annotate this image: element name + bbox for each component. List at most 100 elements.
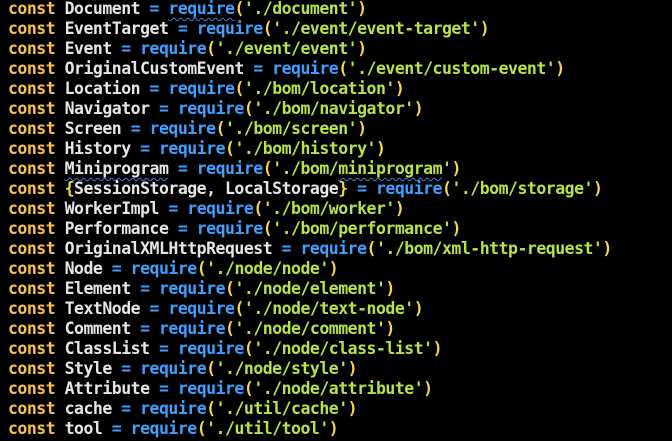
module-path: './util/tool'	[206, 419, 329, 438]
assign-operator: =	[357, 179, 367, 198]
keyword-const: const	[8, 0, 56, 18]
require-call: require	[149, 119, 217, 138]
require-call: require	[168, 299, 235, 318]
module-path: './event/custom-event'	[347, 59, 556, 78]
require-call: require	[130, 419, 198, 438]
brace-open: {	[64, 179, 75, 198]
module-path: './node/node'	[206, 259, 329, 278]
code-editor[interactable]: const Document = require('./document') co…	[0, 0, 672, 441]
keyword-const: const	[8, 99, 56, 118]
require-call: require	[196, 19, 264, 38]
code-line[interactable]: const Document = require('./document')	[8, 0, 612, 19]
require-call: require	[300, 239, 367, 258]
assign-operator: =	[253, 59, 263, 78]
variable-name: History	[64, 139, 132, 158]
assign-operator: =	[140, 139, 150, 158]
variable-name: Style	[64, 359, 113, 378]
code-block[interactable]: const Document = require('./document') co…	[8, 0, 612, 439]
module-path: './node/text-node'	[243, 299, 414, 318]
assign-operator: =	[149, 0, 160, 18]
keyword-const: const	[8, 79, 56, 98]
code-line[interactable]: const Screen = require('./bom/screen')	[8, 119, 612, 139]
assign-operator: =	[281, 239, 292, 258]
variable-name: Node	[64, 259, 103, 278]
close-paren: )	[328, 419, 339, 438]
open-paren: (	[243, 339, 254, 358]
close-paren: )	[347, 359, 358, 378]
module-path: './node/element'	[234, 279, 386, 298]
module-path: './bom/screen'	[225, 119, 358, 138]
module-path: './event/event'	[215, 39, 358, 58]
module-path: './util/cache'	[215, 399, 349, 418]
code-line[interactable]: const WorkerImpl = require('./bom/worker…	[8, 199, 612, 219]
open-paren: (	[234, 299, 244, 318]
keyword-const: const	[8, 59, 56, 78]
assign-operator: =	[121, 399, 131, 418]
keyword-const: const	[8, 139, 56, 158]
require-call: require	[196, 159, 264, 178]
assign-operator: =	[168, 199, 178, 218]
keyword-const: const	[8, 399, 56, 418]
code-line[interactable]: const OriginalCustomEvent = require('./e…	[8, 59, 612, 79]
code-line[interactable]: const Location = require('./bom/location…	[8, 79, 612, 99]
open-paren: (	[234, 79, 244, 98]
code-line[interactable]: const Comment = require('./node/comment'…	[8, 319, 612, 339]
assign-operator: =	[158, 99, 169, 118]
close-paren: )	[432, 339, 443, 358]
code-line[interactable]: const Event = require('./event/event')	[8, 39, 612, 59]
code-line[interactable]: const {SessionStorage, LocalStorage} = r…	[8, 179, 612, 199]
code-line[interactable]: const OriginalXMLHttpRequest = require('…	[8, 239, 612, 259]
code-line[interactable]: const History = require('./bom/history')	[8, 139, 612, 159]
assign-operator: =	[177, 19, 188, 38]
open-paren: (	[206, 399, 216, 418]
keyword-const: const	[8, 39, 56, 58]
open-paren: (	[366, 239, 377, 258]
code-line[interactable]: const Style = require('./node/style')	[8, 359, 612, 379]
code-line[interactable]: const Navigator = require('./bom/navigat…	[8, 99, 612, 119]
keyword-const: const	[8, 159, 56, 178]
keyword-const: const	[8, 319, 56, 338]
require-call: require	[158, 279, 226, 298]
require-call: require	[140, 399, 207, 418]
keyword-const: const	[8, 179, 56, 198]
code-line[interactable]: const Performance = require('./bom/perfo…	[8, 219, 612, 239]
require-call: require	[177, 379, 245, 398]
keyword-const: const	[8, 299, 56, 318]
close-paren: )	[357, 39, 367, 58]
keyword-const: const	[8, 279, 56, 298]
require-call: require	[196, 219, 264, 238]
variable-name: tool	[64, 419, 103, 438]
variable-name: TextNode	[64, 299, 141, 318]
code-line[interactable]: const tool = require('./util/tool')	[8, 419, 612, 439]
close-paren: )	[413, 99, 424, 118]
code-line[interactable]: const TextNode = require('./node/text-no…	[8, 299, 612, 319]
keyword-const: const	[8, 19, 56, 38]
module-path: './node/style'	[215, 359, 349, 378]
code-line[interactable]: const EventTarget = require('./event/eve…	[8, 19, 612, 39]
close-paren: )	[555, 59, 565, 78]
assign-operator: =	[140, 279, 150, 298]
assign-operator: =	[111, 419, 122, 438]
code-line[interactable]: const Attribute = require('./node/attrib…	[8, 379, 612, 399]
open-paren: (	[338, 59, 348, 78]
require-call: require	[168, 79, 235, 98]
require-call: require	[177, 99, 245, 118]
open-paren: (	[262, 159, 273, 178]
code-line[interactable]: const Miniprogram = require('./bom/minip…	[8, 159, 612, 179]
assign-operator: =	[149, 79, 160, 98]
close-paren: )	[385, 319, 395, 338]
variable-name: OriginalXMLHttpRequest	[64, 239, 273, 258]
assign-operator: =	[130, 119, 141, 138]
assign-operator: =	[121, 39, 131, 58]
code-line[interactable]: const ClassList = require('./node/class-…	[8, 339, 612, 359]
keyword-const: const	[8, 379, 56, 398]
module-path: './bom/	[272, 159, 339, 178]
code-line[interactable]: const Node = require('./node/node')	[8, 259, 612, 279]
close-paren: )	[602, 239, 612, 258]
assign-operator: =	[158, 339, 169, 358]
code-line[interactable]: const cache = require('./util/cache')	[8, 399, 612, 419]
require-call: require	[140, 359, 207, 378]
module-path: './document'	[243, 0, 358, 18]
keyword-const: const	[8, 419, 56, 438]
code-line[interactable]: const Element = require('./node/element'…	[8, 279, 612, 299]
